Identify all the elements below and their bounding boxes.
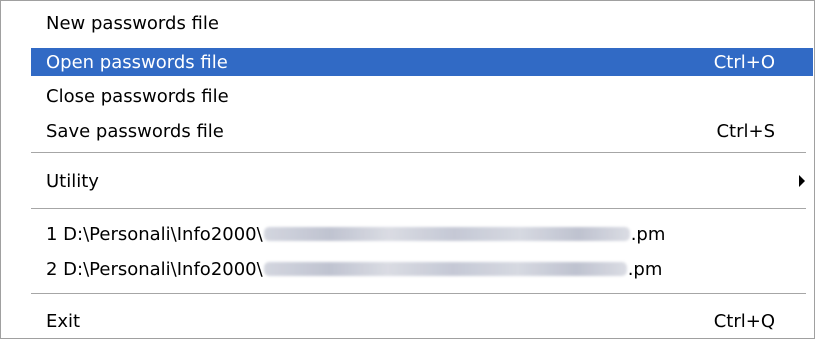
blurred-path-segment bbox=[263, 227, 630, 241]
menu-item-save-passwords-file[interactable]: Save passwords file Ctrl+S bbox=[31, 117, 813, 145]
menu-item-label: New passwords file bbox=[46, 12, 219, 34]
blurred-path-segment bbox=[263, 262, 627, 276]
menu-item-open-passwords-file[interactable]: Open passwords file Ctrl+O bbox=[31, 48, 813, 76]
menu-item-label: Close passwords file bbox=[46, 85, 229, 107]
menu-item-exit[interactable]: Exit Ctrl+Q bbox=[31, 307, 813, 335]
menu-item-recent-file-1[interactable]: 1 D:\Personali\Info2000\ .pm bbox=[31, 220, 813, 248]
menu-item-new-passwords-file[interactable]: New passwords file bbox=[31, 9, 813, 37]
menu-item-utility[interactable]: Utility bbox=[31, 167, 813, 195]
menu-item-shortcut: Ctrl+S bbox=[716, 120, 775, 142]
menu-separator bbox=[31, 152, 806, 154]
recent-file-prefix: 1 D:\Personali\Info2000\ bbox=[46, 223, 263, 245]
recent-file-suffix: .pm bbox=[627, 258, 663, 280]
recent-file-prefix: 2 D:\Personali\Info2000\ bbox=[46, 258, 263, 280]
menu-item-label: Utility bbox=[46, 170, 99, 192]
menu-item-shortcut: Ctrl+Q bbox=[713, 310, 775, 332]
menu-separator bbox=[31, 293, 806, 295]
menu-item-close-passwords-file[interactable]: Close passwords file bbox=[31, 82, 813, 110]
menu-item-label: Save passwords file bbox=[46, 120, 224, 142]
recent-file-suffix: .pm bbox=[630, 223, 666, 245]
menu-item-recent-file-2[interactable]: 2 D:\Personali\Info2000\ .pm bbox=[31, 255, 813, 283]
file-menu: New passwords file Open passwords file C… bbox=[0, 0, 815, 339]
menu-item-label: Open passwords file bbox=[46, 51, 228, 73]
menu-item-label: Exit bbox=[46, 310, 81, 332]
menu-separator bbox=[31, 208, 806, 210]
menu-item-shortcut: Ctrl+O bbox=[713, 51, 775, 73]
submenu-arrow-icon bbox=[799, 175, 805, 187]
